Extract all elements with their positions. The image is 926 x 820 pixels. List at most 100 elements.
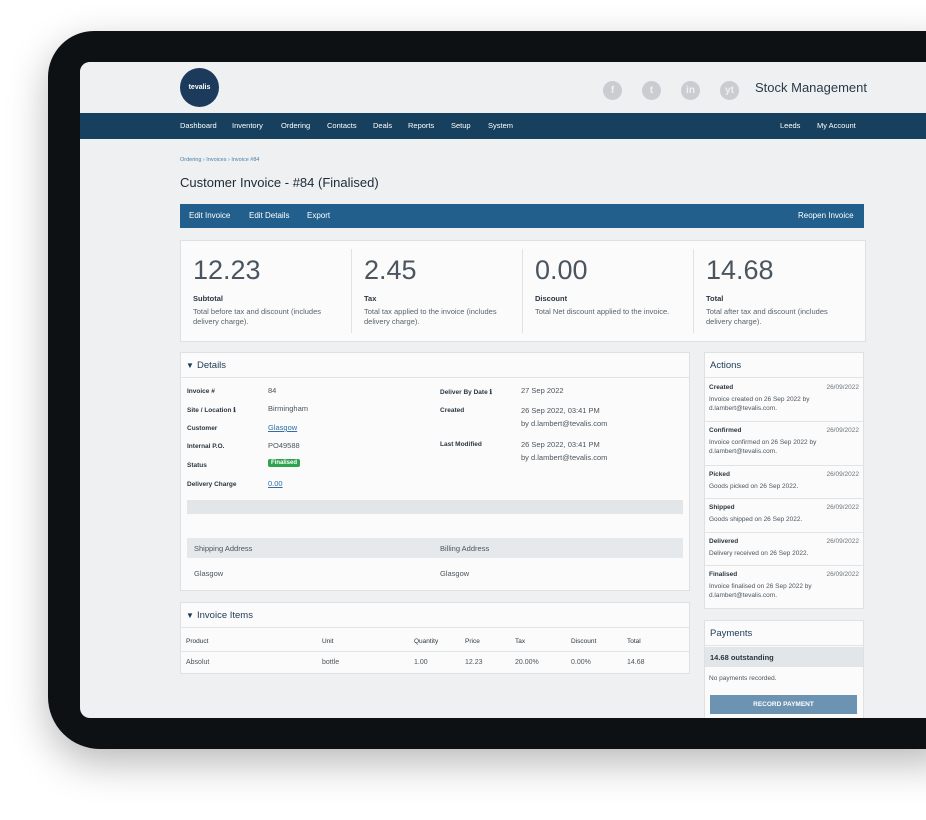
- customer-link[interactable]: Glasgow: [268, 422, 297, 433]
- total-label: Total: [706, 294, 724, 303]
- cell-discount: 0.00%: [571, 659, 591, 666]
- no-payments-text: No payments recorded.: [709, 675, 777, 682]
- nav-system[interactable]: System: [488, 121, 513, 130]
- export-button[interactable]: Export: [307, 211, 330, 220]
- breadcrumb[interactable]: Ordering › Invoices › Invoice #84: [180, 157, 259, 163]
- invoice-number-label: Invoice #: [187, 388, 215, 395]
- action-delivered: Delivered 26/09/2022 Delivery received o…: [705, 533, 863, 566]
- header: tevalis f t in yt Stock Management: [80, 62, 926, 113]
- reopen-invoice-button[interactable]: Reopen Invoice: [798, 211, 854, 220]
- info-icon: ℹ: [489, 389, 492, 396]
- site-label: Site / Location ℹ: [187, 407, 236, 414]
- cell-product: Absolut: [186, 659, 210, 666]
- action-text: Goods shipped on 26 Sep 2022.: [709, 516, 803, 523]
- nav-contacts[interactable]: Contacts: [327, 121, 357, 130]
- summary-subtotal: 12.23 Subtotal Total before tax and disc…: [181, 241, 352, 341]
- action-title: Delivered: [709, 538, 739, 545]
- total-desc: Total after tax and discount (includes d…: [706, 307, 828, 326]
- invoice-items-header[interactable]: ▼ Invoice Items: [181, 603, 689, 628]
- nav-inventory[interactable]: Inventory: [232, 121, 263, 130]
- tax-label: Tax: [364, 294, 377, 303]
- col-unit: Unit: [322, 638, 334, 645]
- payments-header: Payments: [705, 621, 863, 646]
- divider: [181, 651, 689, 652]
- col-product: Product: [186, 638, 209, 645]
- edit-invoice-button[interactable]: Edit Invoice: [189, 211, 230, 220]
- facebook-icon[interactable]: f: [603, 81, 622, 100]
- twitter-icon[interactable]: t: [642, 81, 661, 100]
- tevalis-logo[interactable]: tevalis: [180, 68, 219, 107]
- summary-tax: 2.45 Tax Total tax applied to the invoic…: [352, 241, 523, 341]
- col-tax: Tax: [515, 638, 526, 645]
- page-title: Customer Invoice - #84 (Finalised): [180, 175, 379, 190]
- action-title: Confirmed: [709, 427, 742, 434]
- details-panel: ▼ Details Invoice # 84 Site / Location ℹ…: [180, 352, 690, 591]
- outstanding-row: 14.68 outstanding: [705, 647, 863, 667]
- action-date: 26/09/2022: [826, 471, 859, 478]
- nav-ordering[interactable]: Ordering: [281, 121, 310, 130]
- invoice-action-bar: Edit Invoice Edit Details Export Reopen …: [180, 204, 864, 228]
- action-title: Created: [709, 384, 734, 391]
- discount-value: 0.00: [535, 255, 588, 285]
- nav-setup[interactable]: Setup: [451, 121, 471, 130]
- notes-bar: [187, 500, 683, 514]
- record-payment-button[interactable]: RECORD PAYMENT: [710, 695, 857, 714]
- app-name: Stock Management: [755, 80, 868, 95]
- action-text: Invoice finalised on 26 Sep 2022 by d.la…: [709, 583, 812, 599]
- info-icon: ℹ: [233, 407, 236, 414]
- cell-quantity: 1.00: [414, 659, 428, 666]
- outstanding-amount: 14.68 outstanding: [710, 653, 774, 662]
- action-title: Picked: [709, 471, 730, 478]
- customer-label: Customer: [187, 425, 218, 432]
- action-title: Finalised: [709, 571, 738, 578]
- action-confirmed: Confirmed 26/09/2022 Invoice confirmed o…: [705, 422, 863, 466]
- caret-down-icon: ▼: [186, 611, 194, 620]
- created-date: 26 Sep 2022, 03:41 PM: [521, 406, 600, 415]
- logo-text: tevalis: [188, 84, 211, 91]
- caret-down-icon: ▼: [186, 361, 194, 370]
- linkedin-icon[interactable]: in: [681, 81, 700, 100]
- subtotal-label: Subtotal: [193, 294, 223, 303]
- status-badge: Finalised: [268, 459, 301, 467]
- summary-total: 14.68 Total Total after tax and discount…: [694, 241, 865, 341]
- action-date: 26/09/2022: [826, 427, 859, 434]
- modified-date: 26 Sep 2022, 03:41 PM: [521, 440, 600, 449]
- totals-summary: 12.23 Subtotal Total before tax and disc…: [180, 240, 866, 342]
- action-text: Goods picked on 26 Sep 2022.: [709, 483, 799, 490]
- payments-panel: Payments 14.68 outstanding No payments r…: [704, 620, 864, 718]
- col-total: Total: [627, 638, 641, 645]
- modified-by: by d.lambert@tevalis.com: [521, 453, 608, 462]
- deliver-by-label: Deliver By Date ℹ: [440, 389, 492, 396]
- edit-details-button[interactable]: Edit Details: [249, 211, 289, 220]
- discount-label: Discount: [535, 294, 568, 303]
- delivery-charge-link[interactable]: 0.00: [268, 478, 283, 489]
- created-by: by d.lambert@tevalis.com: [521, 419, 608, 428]
- actions-header: Actions: [705, 353, 863, 378]
- action-date: 26/09/2022: [826, 504, 859, 511]
- screen: tevalis f t in yt Stock Management Dashb…: [80, 62, 926, 718]
- col-price: Price: [465, 638, 480, 645]
- po-value: PO49588: [268, 441, 300, 450]
- cell-price: 12.23: [465, 659, 483, 666]
- shipping-address: Glasgow: [194, 569, 224, 578]
- nav-reports[interactable]: Reports: [408, 121, 434, 130]
- action-text: Invoice confirmed on 26 Sep 2022 by d.la…: [709, 439, 817, 455]
- subtotal-desc: Total before tax and discount (includes …: [193, 307, 321, 326]
- details-title: Details: [197, 360, 227, 371]
- address-header-row: Shipping Address Billing Address: [187, 538, 683, 558]
- shipping-address-label: Shipping Address: [194, 544, 253, 553]
- youtube-icon[interactable]: yt: [720, 81, 739, 100]
- deliver-by-value: 27 Sep 2022: [521, 386, 564, 395]
- nav-site[interactable]: Leeds: [780, 121, 800, 130]
- nav-my-account[interactable]: My Account: [817, 121, 856, 130]
- nav-deals[interactable]: Deals: [373, 121, 392, 130]
- actions-title: Actions: [710, 360, 742, 371]
- invoice-number: 84: [268, 386, 277, 395]
- action-text: Delivery received on 26 Sep 2022.: [709, 550, 809, 557]
- details-header[interactable]: ▼ Details: [181, 353, 689, 378]
- nav-dashboard[interactable]: Dashboard: [180, 121, 217, 130]
- cell-total: 14.68: [627, 659, 645, 666]
- col-discount: Discount: [571, 638, 597, 645]
- action-date: 26/09/2022: [826, 571, 859, 578]
- invoice-items-panel: ▼ Invoice Items Product Unit Quantity Pr…: [180, 602, 690, 674]
